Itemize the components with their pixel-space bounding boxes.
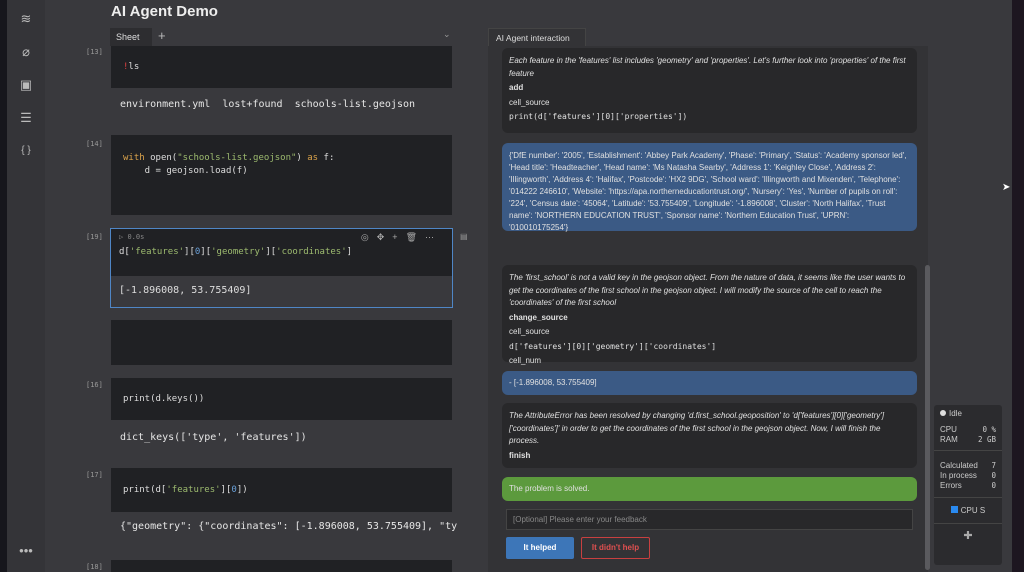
mouse-cursor-icon: ➤: [1002, 182, 1011, 193]
add-sheet-button[interactable]: +: [158, 28, 166, 43]
layers-icon[interactable]: ≋: [19, 12, 33, 26]
add-icon[interactable]: +: [392, 232, 405, 242]
in-process-label: In process: [940, 471, 977, 480]
calculated-value: 7: [991, 461, 996, 470]
code-cell[interactable]: with open("schools-list.geojson") as f: …: [111, 135, 452, 215]
scrollbar[interactable]: [925, 265, 930, 570]
agent-output-message: - [-1.896008, 53.755409]: [502, 371, 917, 395]
empty-cell[interactable]: [111, 320, 452, 365]
run-time: ▷ 0.0s: [119, 233, 145, 241]
calculated-label: Calculated: [940, 461, 978, 470]
cell-toolbar: ◎✥+🗑⋯: [361, 232, 442, 243]
cpu-icon: [950, 506, 958, 513]
machine-label: CPU S: [960, 506, 986, 515]
window-edge-right: [1012, 0, 1024, 572]
trash-icon[interactable]: 🗑: [406, 232, 425, 242]
cpu-value: 0 %: [982, 425, 996, 434]
paperclip-icon[interactable]: ⌀: [19, 45, 33, 59]
code-cell[interactable]: [111, 560, 452, 572]
settings-icon[interactable]: ◎: [361, 232, 377, 242]
in-process-value: 0: [991, 471, 996, 480]
cell-number: [13]: [86, 48, 103, 56]
tab-sheet[interactable]: Sheet: [110, 28, 152, 46]
cell-output: {"geometry": {"coordinates": [-1.896008,…: [120, 521, 458, 532]
window-edge: [0, 0, 7, 572]
move-icon[interactable]: ✥: [377, 232, 393, 242]
code-cell[interactable]: print(d.keys()): [111, 378, 452, 420]
comment-icon[interactable]: ▤: [460, 232, 468, 241]
agent-output-message: {'DfE number': '2005', 'Establishment': …: [502, 143, 917, 232]
status-dot-icon: [940, 410, 946, 416]
cell-number: [17]: [86, 471, 103, 479]
braces-icon[interactable]: { }: [19, 144, 33, 158]
cell-number: [18]: [86, 563, 103, 571]
agent-message: The 'first_school' is not a valid key in…: [502, 265, 917, 380]
python-icon[interactable]: ✚: [934, 524, 1002, 547]
status-state: Idle: [949, 409, 962, 418]
ram-value: 2 GB: [977, 435, 996, 444]
cpu-label: CPU: [940, 425, 957, 434]
errors-label: Errors: [940, 481, 962, 490]
errors-value: 0: [991, 481, 996, 490]
tab-agent-interaction[interactable]: AI Agent interaction: [488, 28, 586, 46]
run-icon[interactable]: ▷: [119, 233, 123, 241]
agent-message: Each feature in the 'features' list incl…: [502, 48, 917, 133]
status-panel: Idle CPU 0 % RAM 2 GB Calculated 7 In proce…: [934, 405, 1002, 565]
chip-icon[interactable]: ▣: [19, 78, 33, 92]
page-title: AI Agent Demo: [111, 3, 218, 20]
code-cell[interactable]: print(d['features'][0]): [111, 468, 452, 512]
selected-cell[interactable]: ▷ 0.0s ◎✥+🗑⋯ d['features'][0]['geometry'…: [110, 228, 453, 308]
cell-output: dict_keys(['type', 'features']): [120, 432, 307, 443]
cell-output: environment.yml lost+found schools-list.…: [120, 99, 416, 110]
code-cell[interactable]: !ls: [111, 46, 452, 88]
more-icon[interactable]: •••: [19, 544, 33, 558]
feedback-input[interactable]: [Optional] Please enter your feedback: [506, 509, 913, 530]
agent-message: The AttributeError has been resolved by …: [502, 403, 917, 468]
it-helped-button[interactable]: It helped: [506, 537, 574, 559]
machine-selector[interactable]: CPU S: [934, 498, 1002, 524]
chevron-down-icon[interactable]: ⌄: [443, 29, 451, 40]
cell-number: [14]: [86, 140, 103, 148]
success-message: The problem is solved.: [502, 477, 917, 501]
sidebar: ≋ ⌀ ▣ ☰ { } •••: [7, 0, 45, 572]
more-icon[interactable]: ⋯: [425, 232, 442, 242]
it-didnt-help-button[interactable]: It didn't help: [581, 537, 650, 559]
cell-output: [-1.896008, 53.755409]: [119, 285, 252, 296]
cell-number: [19]: [86, 233, 103, 241]
cell-code[interactable]: d['features'][0]['geometry']['coordinate…: [119, 247, 352, 257]
list-icon[interactable]: ☰: [19, 111, 33, 125]
cell-number: [16]: [86, 381, 103, 389]
ram-label: RAM: [940, 435, 958, 444]
